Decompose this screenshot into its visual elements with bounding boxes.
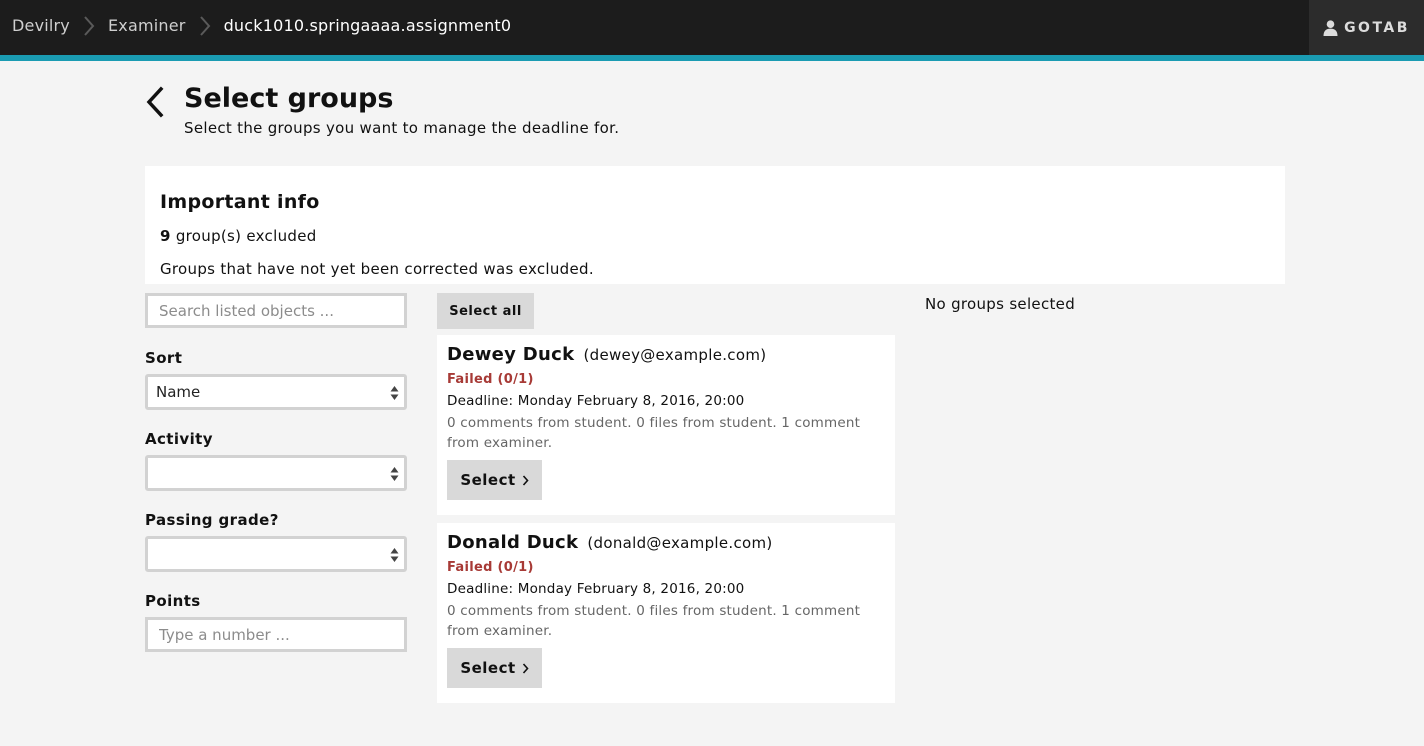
excluded-count-line: 9 group(s) excluded bbox=[160, 227, 317, 245]
breadcrumb-examiner[interactable]: Examiner bbox=[108, 16, 186, 35]
group-email: (donald@example.com) bbox=[587, 534, 773, 552]
sort-select-value: Name bbox=[156, 383, 201, 401]
select-button-label: Select bbox=[460, 659, 516, 677]
excluded-text: group(s) excluded bbox=[175, 227, 317, 245]
page-title: Select groups bbox=[184, 83, 394, 114]
passing-grade-updown-icon bbox=[390, 548, 399, 562]
chevron-left-icon[interactable] bbox=[143, 86, 169, 118]
group-card: Donald Duck (donald@example.com) Failed … bbox=[437, 523, 895, 703]
points-label: Points bbox=[145, 592, 201, 610]
group-status-badge: Failed (0/1) bbox=[447, 560, 534, 575]
passing-grade-label: Passing grade? bbox=[145, 511, 279, 529]
breadcrumb-devilry[interactable]: Devilry bbox=[12, 16, 70, 35]
info-title: Important info bbox=[160, 191, 320, 213]
page-subtitle: Select the groups you want to manage the… bbox=[184, 119, 620, 137]
select-group-button[interactable]: Select bbox=[447, 648, 542, 688]
activity-select[interactable] bbox=[145, 455, 407, 491]
breadcrumb-assignment: duck1010.springaaaa.assignment0 bbox=[223, 16, 512, 35]
group-name: Donald Duck bbox=[447, 532, 579, 553]
top-navbar: Devilry Examiner duck1010.springaaaa.ass… bbox=[0, 0, 1424, 61]
search-input[interactable] bbox=[145, 293, 407, 328]
sort-label: Sort bbox=[145, 349, 183, 367]
select-button-label: Select bbox=[460, 471, 516, 489]
group-deadline: Deadline: Monday February 8, 2016, 20:00 bbox=[447, 581, 745, 597]
activity-label: Activity bbox=[145, 430, 213, 448]
chevron-right-icon bbox=[522, 474, 529, 486]
sort-updown-icon bbox=[390, 386, 399, 400]
group-deadline: Deadline: Monday February 8, 2016, 20:00 bbox=[447, 393, 745, 409]
excluded-count: 9 bbox=[160, 227, 171, 245]
selected-groups-empty-text: No groups selected bbox=[925, 295, 1076, 313]
group-status-badge: Failed (0/1) bbox=[447, 372, 534, 387]
group-feedback-summary: 0 comments from student. 0 files from st… bbox=[447, 603, 861, 639]
group-email: (dewey@example.com) bbox=[583, 346, 767, 364]
user-menu-button[interactable]: GOTAB bbox=[1309, 0, 1424, 55]
select-all-button[interactable]: Select all bbox=[437, 293, 534, 329]
passing-grade-select[interactable] bbox=[145, 536, 407, 572]
important-info-panel: Important info 9 group(s) excluded Group… bbox=[145, 166, 1285, 284]
user-menu-label: GOTAB bbox=[1344, 19, 1410, 36]
excluded-reason: Groups that have not yet been corrected … bbox=[160, 260, 594, 278]
group-name-row: Dewey Duck (dewey@example.com) bbox=[447, 344, 766, 365]
user-icon bbox=[1323, 19, 1338, 36]
chevron-right-icon bbox=[78, 0, 100, 51]
group-feedback-summary: 0 comments from student. 0 files from st… bbox=[447, 415, 861, 451]
group-name-row: Donald Duck (donald@example.com) bbox=[447, 532, 773, 553]
group-name: Dewey Duck bbox=[447, 344, 575, 365]
chevron-right-icon bbox=[194, 0, 216, 51]
group-card: Dewey Duck (dewey@example.com) Failed (0… bbox=[437, 335, 895, 515]
activity-updown-icon bbox=[390, 467, 399, 481]
sort-select[interactable]: Name bbox=[145, 374, 407, 410]
points-input[interactable] bbox=[145, 617, 407, 652]
chevron-right-icon bbox=[522, 662, 529, 674]
select-group-button[interactable]: Select bbox=[447, 460, 542, 500]
breadcrumb: Devilry Examiner duck1010.springaaaa.ass… bbox=[12, 0, 511, 51]
